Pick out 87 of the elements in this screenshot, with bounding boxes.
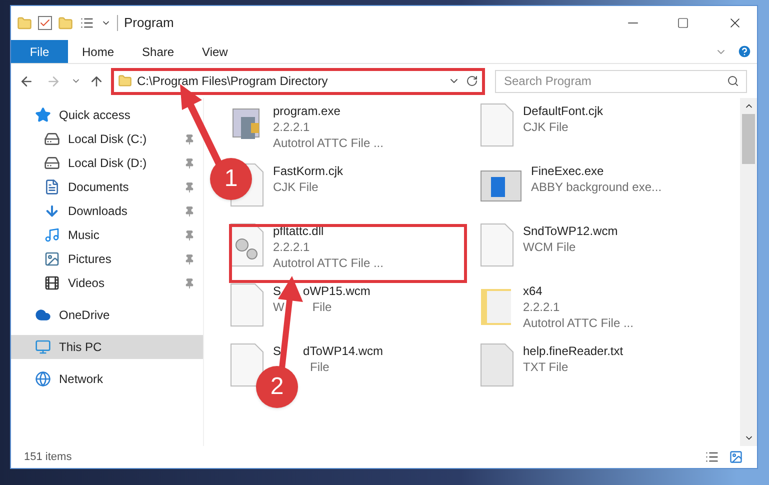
help-icon[interactable] [737,44,752,59]
document-icon [44,179,60,195]
navigation-label: Pictures [68,251,112,268]
film-icon [44,275,60,291]
navigation-item[interactable]: Videos [11,271,203,295]
file-icon [479,343,515,387]
file-icon [229,283,265,327]
navigation-item[interactable]: Quick access [11,103,203,127]
file-name: pfltattc.dll [273,223,324,239]
ribbon-tab[interactable]: Share [128,40,188,63]
file-detail: WCM File [523,239,576,255]
refresh-icon[interactable] [466,75,478,87]
navigation-item[interactable]: Network [11,367,203,391]
file-name: FineExec.exe [531,163,604,179]
monitor-icon [35,339,51,355]
navigation-item[interactable]: This PC [11,335,203,359]
file-detail: 2.2.2.1 [523,299,560,315]
ribbon-tab[interactable]: File [11,40,68,63]
file-name: oWP15.wcm [303,283,370,299]
file-name: S [273,283,282,299]
window-title: Program [124,14,175,32]
status-text: 151 items [24,450,73,465]
navigation-item[interactable]: Pictures [11,247,203,271]
navigation-item[interactable]: Local Disk (D:) [11,151,203,175]
search-icon [727,74,739,86]
file-detail: 2.2.2.1 [273,119,310,135]
file-name: x64 [523,283,542,299]
file-icon [229,343,265,387]
scroll-thumb[interactable] [742,114,755,164]
drive-icon [44,155,60,171]
navigation-label: Quick access [59,107,132,124]
navigation-label: Downloads [68,203,128,220]
file-icon [479,103,515,147]
large-icons-view-icon[interactable] [728,450,744,464]
navigation-label: Documents [68,179,130,196]
file-name: FastKorm.cjk [273,163,344,179]
navigation-label: Local Disk (D:) [68,155,148,172]
file-detail: W [273,299,284,315]
navigation-item[interactable]: Documents [11,175,203,199]
file-name: DefaultFont.cjk [523,103,604,119]
address-text: C:\Program Files\Program Directory [137,73,329,90]
navigation-item[interactable]: Music [11,223,203,247]
file-name: program.exe [273,103,340,119]
music-note-icon [44,227,60,243]
globe-icon [35,371,51,387]
file-detail: Autotrol ATTC File ... [523,315,634,331]
file-name: help.fineReader.txt [523,343,624,359]
file-detail: Autotrol ATTC File ... [273,135,384,151]
cloud-icon [35,307,51,323]
folder-icon [118,74,132,88]
address-field[interactable]: C:\Program Files\Program Directory [111,68,485,94]
ribbon-tab[interactable]: Home [68,40,128,63]
navigation-label: Network [59,371,104,388]
navigation-label: Music [68,227,100,244]
properties-icon[interactable] [38,16,52,30]
details-view-icon[interactable] [704,450,720,464]
back-icon[interactable] [19,74,34,88]
picture-icon [44,251,60,267]
navigation-label: Videos [68,275,106,292]
navigation-item[interactable]: OneDrive [11,303,203,327]
gear-file-icon [229,223,265,267]
file-name: SndToWP12.wcm [523,223,618,239]
search-field[interactable]: Search Program [495,70,747,92]
navigation-item[interactable]: Downloads [11,199,203,223]
navigation-label: Local Disk (C:) [68,131,148,148]
up-icon[interactable] [89,74,104,88]
ribbon-tab[interactable]: View [188,40,242,63]
file-detail: File [312,299,332,315]
star-icon [35,107,51,123]
download-icon [44,203,60,219]
navigation-item[interactable]: Local Disk (C:) [11,127,203,151]
file-name: dToWP14.wcm [303,343,384,359]
maximize-icon[interactable] [677,17,689,29]
file-detail: File [310,359,330,375]
file-detail: CJK File [523,119,568,135]
navigation-label: OneDrive [59,307,111,324]
file-detail: TXT File [523,359,568,375]
file-detail: CJK File [273,179,318,195]
file-detail: 2.2.2.1 [273,239,310,255]
file-name: S [273,343,282,359]
scrollbar[interactable] [740,98,757,446]
drive-icon [44,131,60,147]
file-detail: Autotrol ATTC File ... [273,255,384,271]
file-detail: ABBY background exe... [531,179,662,195]
navigation-label: This PC [59,339,103,356]
view-icon[interactable] [79,16,95,30]
file-icon [479,223,515,267]
